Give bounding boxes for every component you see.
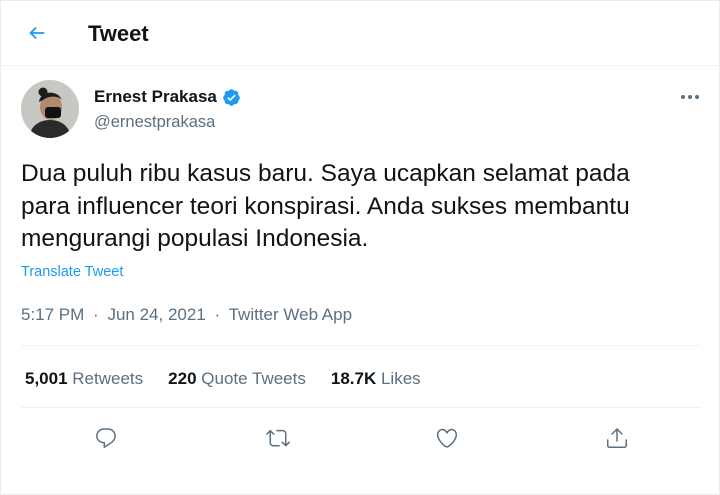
likes-count: 18.7K — [330, 369, 377, 388]
meta-separator: · — [214, 305, 221, 324]
quotes-stat[interactable]: 220 Quote Tweets — [168, 368, 306, 390]
author-name-text: Ernest Prakasa — [94, 87, 217, 106]
tweet-date[interactable]: Jun 24, 2021 — [107, 305, 205, 324]
tweet-time[interactable]: 5:17 PM — [21, 305, 84, 324]
divider — [21, 345, 701, 346]
likes-stat[interactable]: 18.7K Likes — [331, 368, 421, 390]
retweets-stat[interactable]: 5,001 Retweets — [25, 368, 143, 390]
quotes-count: 220 — [168, 369, 197, 388]
likes-label: Likes — [380, 369, 421, 388]
author-name[interactable]: Ernest Prakasa — [94, 87, 241, 107]
author-handle[interactable]: @ernestprakasa — [94, 112, 215, 132]
tweet-text: Dua puluh ribu kasus baru. Saya ucapkan … — [21, 160, 630, 252]
like-button[interactable] — [432, 423, 462, 453]
retweet-button[interactable] — [263, 423, 293, 453]
more-dots-icon — [681, 95, 699, 99]
reply-button[interactable] — [91, 423, 121, 453]
page-title: Tweet — [88, 21, 149, 46]
tweet-meta: 5:17 PM · Jun 24, 2021 · Twitter Web App — [21, 304, 352, 326]
back-button[interactable] — [19, 15, 55, 51]
more-options-button[interactable] — [673, 84, 707, 110]
retweets-label: Retweets — [72, 369, 144, 388]
tweet-page: Tweet Ernest Prakasa @ernestprakasa Dua … — [0, 0, 720, 495]
divider — [21, 407, 701, 408]
avatar[interactable] — [21, 80, 79, 138]
like-icon — [436, 428, 458, 448]
tweet-stats: 5,001 Retweets 220 Quote Tweets 18.7K Li… — [25, 368, 446, 390]
translate-tweet-link[interactable]: Translate Tweet — [21, 264, 123, 280]
retweets-count: 5,001 — [25, 369, 68, 388]
share-icon — [607, 428, 627, 448]
quotes-label: Quote Tweets — [201, 369, 306, 388]
arrow-left-icon — [29, 26, 45, 40]
retweet-icon — [266, 429, 290, 447]
share-button[interactable] — [602, 423, 632, 453]
reply-icon — [96, 428, 116, 448]
header: Tweet — [1, 1, 719, 66]
tweet-source[interactable]: Twitter Web App — [229, 305, 352, 324]
verified-badge-icon — [222, 88, 241, 107]
meta-separator: · — [93, 305, 99, 324]
